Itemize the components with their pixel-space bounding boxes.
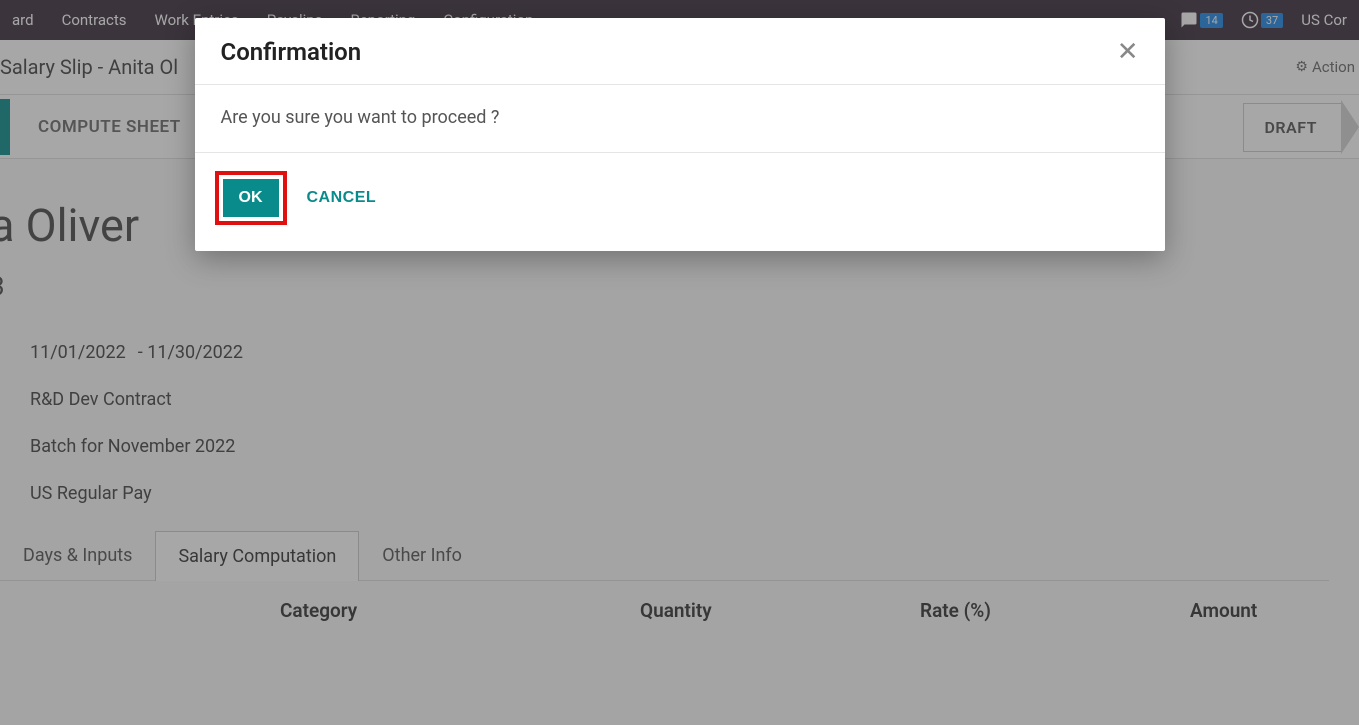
modal-overlay: Confirmation ✕ Are you sure you want to … bbox=[0, 0, 1359, 725]
close-icon[interactable]: ✕ bbox=[1117, 39, 1139, 65]
confirmation-dialog: Confirmation ✕ Are you sure you want to … bbox=[195, 18, 1165, 251]
dialog-body: Are you sure you want to proceed ? bbox=[195, 85, 1165, 153]
cancel-button[interactable]: CANCEL bbox=[307, 189, 377, 207]
ok-button-highlight: OK bbox=[215, 171, 287, 225]
dialog-footer: OK CANCEL bbox=[195, 153, 1165, 251]
dialog-header: Confirmation ✕ bbox=[195, 18, 1165, 85]
ok-button[interactable]: OK bbox=[223, 179, 279, 217]
dialog-title: Confirmation bbox=[221, 38, 362, 66]
